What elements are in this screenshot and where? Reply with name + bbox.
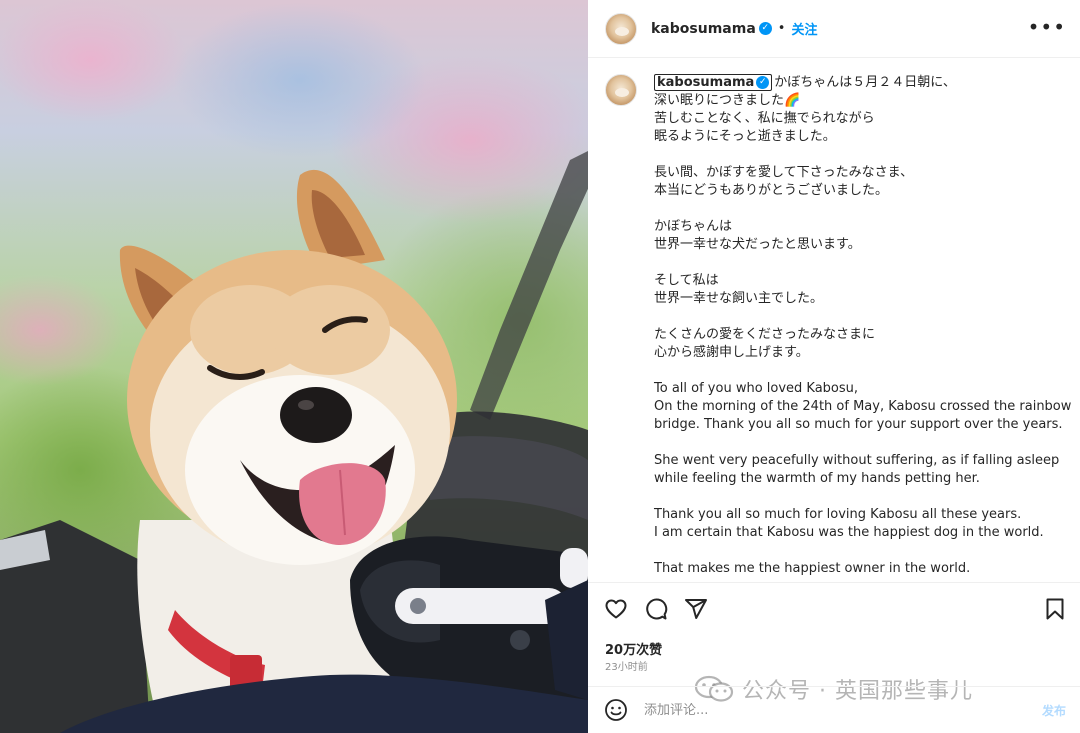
shiba-photo-illustration <box>0 151 588 733</box>
comment-input[interactable] <box>644 702 1004 718</box>
post-sidebar: kabosumama ✓ • 关注 ••• kabosumama ✓ かぼちゃんは５… <box>588 0 1080 733</box>
caption-author-avatar[interactable] <box>605 74 637 106</box>
caption-verified-icon: ✓ <box>756 76 770 89</box>
caption-username-link[interactable]: kabosumama ✓ <box>654 74 773 91</box>
caption-body: かぼちゃんは５月２４日朝に、 深い眠りにつきました🌈 苦しむことなく、私に撫でら… <box>654 75 1072 576</box>
share-icon[interactable] <box>684 597 708 621</box>
like-count[interactable]: 20万次赞 <box>605 639 662 658</box>
more-options-icon[interactable]: ••• <box>1028 17 1066 37</box>
post-header: kabosumama ✓ • 关注 ••• <box>588 0 1080 58</box>
comment-icon[interactable] <box>644 597 668 621</box>
post-timestamp[interactable]: 23小时前 <box>605 658 648 673</box>
bookmark-icon[interactable] <box>1043 597 1067 621</box>
caption-username[interactable]: kabosumama <box>657 75 754 90</box>
follow-button[interactable]: 关注 <box>791 19 817 38</box>
author-username[interactable]: kabosumama <box>651 21 756 37</box>
caption-text-block: kabosumama ✓ かぼちゃんは５月２４日朝に、 深い眠りにつきました🌈 苦し… <box>654 74 1074 582</box>
heart-icon[interactable] <box>604 597 628 621</box>
post-comment-button[interactable]: 发布 <box>1042 702 1066 719</box>
author-avatar[interactable] <box>605 12 637 45</box>
emoji-icon[interactable] <box>604 698 628 722</box>
verified-badge-icon: ✓ <box>758 22 772 35</box>
post-actions: 20万次赞 23小时前 公众号 · 英国那些事儿 <box>588 582 1080 704</box>
action-icon-row <box>604 597 708 621</box>
post-photo[interactable] <box>0 0 588 733</box>
separator-dot: • <box>777 21 786 36</box>
post-caption: kabosumama ✓ かぼちゃんは５月２４日朝に、 深い眠りにつきました🌈 苦し… <box>588 59 1080 582</box>
comment-bar: 发布 <box>588 686 1080 733</box>
